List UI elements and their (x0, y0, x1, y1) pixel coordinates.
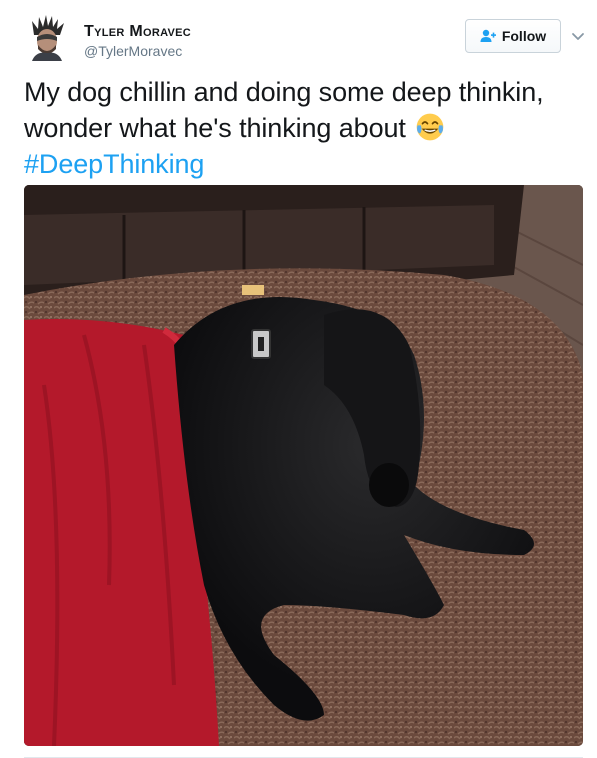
tweet-menu-button[interactable] (569, 27, 587, 45)
tweet-card: Tyler Moravec @TylerMoravec Follow My do… (0, 0, 597, 758)
dog-photo (24, 185, 583, 746)
display-name[interactable]: Tyler Moravec (84, 22, 191, 42)
tweet-text-line-2: wonder what he's thinking about (24, 113, 406, 143)
tweet-text-line-2-wrap: wonder what he's thinking about (24, 110, 579, 146)
tweet-text: My dog chillin and doing some deep think… (24, 74, 579, 182)
chevron-down-icon (572, 33, 584, 40)
avatar[interactable] (24, 13, 72, 61)
user-info[interactable]: Tyler Moravec @TylerMoravec (84, 22, 191, 60)
hashtag-link[interactable]: #DeepThinking (24, 146, 204, 182)
tweet-photo[interactable] (24, 185, 583, 746)
user-handle[interactable]: @TylerMoravec (84, 42, 191, 60)
avatar-image (24, 13, 72, 61)
follow-button-label: Follow (501, 28, 547, 44)
face-with-tears-of-joy-icon (416, 113, 444, 141)
add-user-icon (480, 29, 496, 42)
tweet-header: Tyler Moravec @TylerMoravec Follow (24, 13, 584, 69)
tweet-text-line-1: My dog chillin and doing some deep think… (24, 77, 544, 107)
follow-button[interactable]: Follow (465, 19, 561, 53)
